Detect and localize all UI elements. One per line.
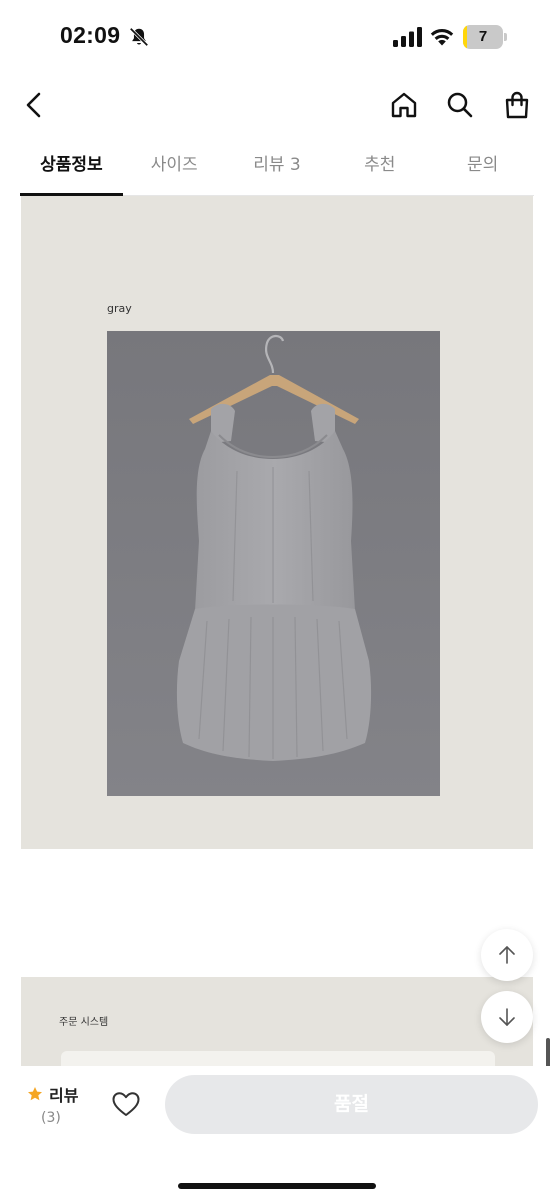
heart-icon[interactable] [110, 1088, 142, 1120]
review-count: (3) [41, 1110, 61, 1126]
arrow-down-icon [499, 1008, 515, 1026]
review-summary[interactable]: 리뷰 [27, 1082, 78, 1106]
battery-icon: 7 [463, 25, 507, 49]
app-header [0, 74, 554, 136]
scroll-bottom-button[interactable] [481, 991, 533, 1043]
product-photo [107, 331, 440, 796]
home-indicator [178, 1183, 376, 1189]
color-label: gray [107, 302, 132, 315]
back-button[interactable] [18, 88, 52, 122]
bell-slash-icon [129, 27, 149, 47]
tab-inquiry[interactable]: 문의 [431, 140, 534, 195]
dress-illustration [107, 331, 440, 796]
soldout-button[interactable]: 품절 [165, 1075, 538, 1134]
tab-size[interactable]: 사이즈 [123, 140, 226, 195]
product-detail-panel: gray [21, 196, 533, 849]
arrow-up-icon [499, 946, 515, 964]
search-icon [447, 92, 473, 118]
bottom-action-bar: 리뷰 (3) 품절 [0, 1066, 554, 1200]
search-button[interactable] [443, 88, 477, 122]
product-tabs: 상품정보 사이즈 리뷰 3 추천 문의 [20, 140, 534, 196]
scroll-top-button[interactable] [481, 929, 533, 981]
cart-button[interactable] [500, 88, 534, 122]
battery-level: 7 [478, 28, 488, 45]
tab-reviews[interactable]: 리뷰 3 [226, 140, 329, 195]
home-button[interactable] [387, 88, 421, 122]
shopping-bag-icon [505, 91, 529, 119]
order-system-title: 주문 시스템 [59, 1017, 109, 1028]
review-label: 리뷰 [49, 1086, 79, 1105]
tab-recommend[interactable]: 추천 [328, 140, 431, 195]
tab-product-info[interactable]: 상품정보 [20, 140, 123, 196]
wifi-icon [430, 28, 454, 46]
status-bar: 02:09 7 [0, 0, 554, 74]
status-time: 02:09 [60, 22, 121, 48]
star-icon [28, 1087, 42, 1101]
back-icon [26, 92, 41, 118]
signal-icon [393, 27, 422, 47]
home-icon [391, 92, 417, 118]
